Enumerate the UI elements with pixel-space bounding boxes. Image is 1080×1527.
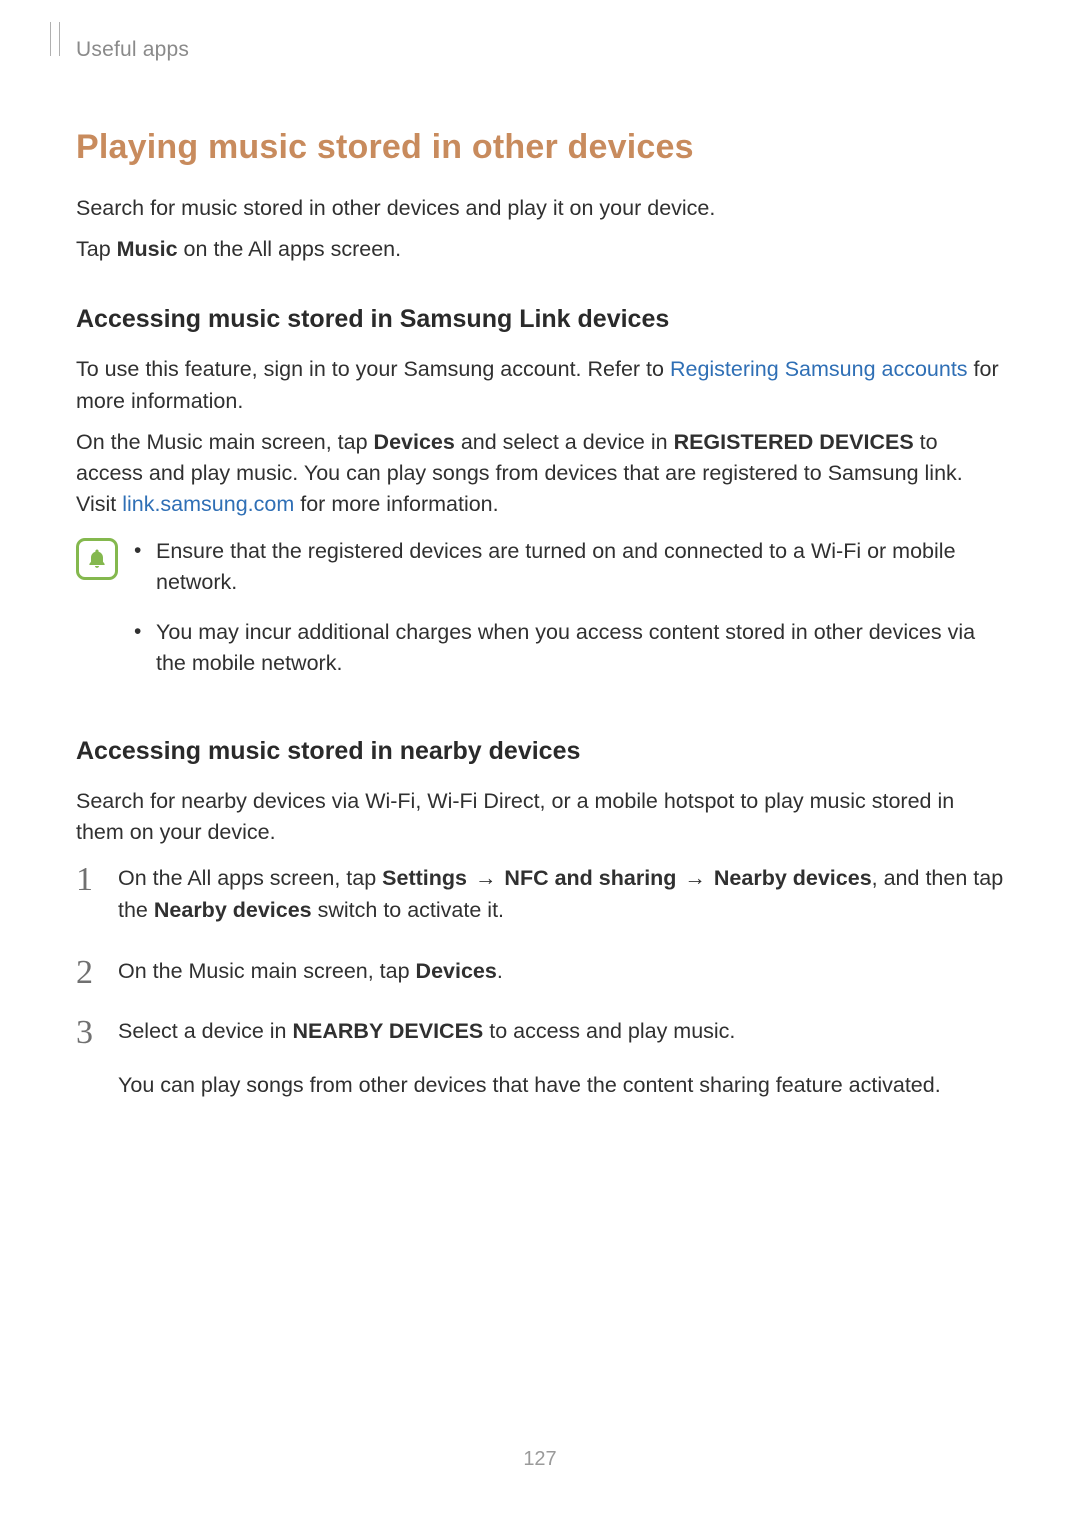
step-1: On the All apps screen, tap Settings → N… bbox=[76, 862, 1004, 927]
step-3: Select a device in NEARBY DEVICES to acc… bbox=[76, 1015, 1004, 1102]
bold-text: NFC and sharing bbox=[504, 866, 676, 890]
note-item: Ensure that the registered devices are t… bbox=[132, 536, 1004, 598]
text: On the Music main screen, tap bbox=[76, 430, 374, 454]
intro-paragraph-2: Tap Music on the All apps screen. bbox=[76, 234, 1004, 265]
step-2: On the Music main screen, tap Devices. bbox=[76, 955, 1004, 987]
arrow: → bbox=[467, 866, 504, 890]
bold-text: NEARBY DEVICES bbox=[293, 1019, 484, 1043]
section1-paragraph-2: On the Music main screen, tap Devices an… bbox=[76, 427, 1004, 521]
link-samsung-com[interactable]: link.samsung.com bbox=[122, 492, 294, 516]
note-bell-icon bbox=[76, 538, 118, 580]
numbered-steps: On the All apps screen, tap Settings → N… bbox=[76, 862, 1004, 1101]
chapter-title: Useful apps bbox=[76, 38, 1004, 62]
text: for more information. bbox=[294, 492, 498, 516]
bold-text: Devices bbox=[416, 959, 497, 983]
step-3-sub: You can play songs from other devices th… bbox=[118, 1069, 1004, 1101]
link-registering-samsung-accounts[interactable]: Registering Samsung accounts bbox=[670, 357, 968, 381]
text: Select a device in bbox=[118, 1019, 293, 1043]
section-heading-nearby-devices: Accessing music stored in nearby devices bbox=[76, 737, 1004, 766]
text: On the Music main screen, tap bbox=[118, 959, 416, 983]
bold-text: Settings bbox=[382, 866, 467, 890]
bell-icon bbox=[85, 547, 109, 571]
text: . bbox=[497, 959, 503, 983]
page-number: 127 bbox=[0, 1448, 1080, 1471]
note-item: You may incur additional charges when yo… bbox=[132, 617, 1004, 679]
page: Useful apps Playing music stored in othe… bbox=[0, 0, 1080, 1527]
bold-text: Nearby devices bbox=[154, 898, 312, 922]
bold-text: REGISTERED DEVICES bbox=[674, 430, 914, 454]
intro-paragraph-1: Search for music stored in other devices… bbox=[76, 193, 1004, 224]
bold-text: Devices bbox=[374, 430, 455, 454]
section-heading-samsung-link: Accessing music stored in Samsung Link d… bbox=[76, 305, 1004, 334]
bold-text: Music bbox=[117, 237, 178, 261]
text: switch to activate it. bbox=[312, 898, 504, 922]
text: to access and play music. bbox=[483, 1019, 735, 1043]
text: To use this feature, sign in to your Sam… bbox=[76, 357, 670, 381]
bold-text: Nearby devices bbox=[714, 866, 872, 890]
margin-marker bbox=[50, 22, 60, 56]
text: Tap bbox=[76, 237, 117, 261]
section2-intro: Search for nearby devices via Wi-Fi, Wi-… bbox=[76, 786, 1004, 848]
note-block: Ensure that the registered devices are t… bbox=[76, 536, 1004, 697]
text: and select a device in bbox=[455, 430, 674, 454]
note-icon-cell bbox=[76, 536, 132, 697]
text: On the All apps screen, tap bbox=[118, 866, 382, 890]
page-title: Playing music stored in other devices bbox=[76, 128, 1004, 167]
text: on the All apps screen. bbox=[178, 237, 402, 261]
section1-paragraph-1: To use this feature, sign in to your Sam… bbox=[76, 354, 1004, 416]
note-list: Ensure that the registered devices are t… bbox=[132, 536, 1004, 697]
arrow: → bbox=[676, 866, 713, 890]
